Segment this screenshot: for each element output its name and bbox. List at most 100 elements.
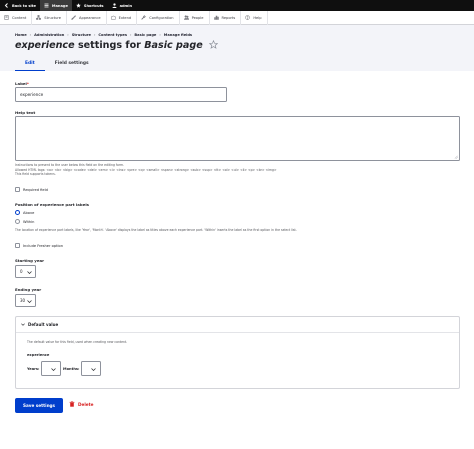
page-title-field: experience bbox=[15, 40, 75, 51]
save-settings-button[interactable]: Save settings bbox=[15, 398, 63, 413]
breadcrumb-separator: › bbox=[29, 33, 32, 37]
fresher-checkbox-label: Include Fresher option bbox=[23, 243, 63, 248]
position-label: Position of experience part labels bbox=[15, 202, 89, 207]
breadcrumb-separator: › bbox=[93, 33, 96, 37]
ending-year-label: Ending year bbox=[15, 287, 42, 292]
required-mark: * bbox=[26, 81, 29, 86]
tab-field-settings[interactable]: Field settings bbox=[45, 56, 99, 71]
default-value-description: The default value for this field, used w… bbox=[27, 340, 128, 344]
label-input-value: experience bbox=[20, 92, 44, 97]
back-to-site-link[interactable]: Back to site bbox=[0, 0, 40, 11]
breadcrumb-separator: › bbox=[67, 33, 69, 37]
menu-item-structure[interactable]: Structure bbox=[32, 10, 68, 25]
position-description: The location of experience part labels, … bbox=[15, 228, 297, 232]
position-within-radio[interactable] bbox=[15, 219, 20, 224]
trash-icon bbox=[69, 401, 75, 407]
label-field-label: Label* bbox=[15, 81, 29, 86]
puzzle-icon bbox=[110, 15, 116, 20]
back-arrow-icon bbox=[4, 3, 9, 8]
chart-icon bbox=[213, 15, 219, 20]
menu-item-label: Extend bbox=[118, 15, 132, 20]
months-label: Months: bbox=[63, 367, 80, 371]
user-icon bbox=[111, 3, 117, 8]
menu-item-people[interactable]: People bbox=[180, 10, 210, 25]
breadcrumb-separator: › bbox=[129, 33, 132, 37]
position-above-radio[interactable] bbox=[15, 210, 20, 215]
default-years-select[interactable] bbox=[41, 361, 61, 376]
help-icon bbox=[245, 15, 251, 20]
shortcuts-label: Shortcuts bbox=[83, 3, 104, 8]
resize-handle-icon[interactable] bbox=[454, 155, 458, 159]
menu-item-reports[interactable]: Reports bbox=[210, 10, 242, 25]
chevron-down-icon bbox=[27, 300, 32, 303]
breadcrumb-link-manage-fields[interactable]: Manage fields bbox=[164, 33, 192, 37]
admin-toolbar: Back to site Manage Shortcuts admin bbox=[0, 0, 474, 11]
wrench-icon bbox=[141, 15, 146, 20]
starting-year-label: Starting year bbox=[15, 258, 45, 263]
breadcrumb: Home › Administration › Structure › Content… bbox=[15, 33, 192, 37]
menu-item-help[interactable]: Help bbox=[241, 10, 268, 25]
menu-item-label: Reports bbox=[221, 15, 236, 20]
default-value-summary[interactable]: Default value bbox=[16, 317, 459, 333]
star-icon bbox=[76, 3, 81, 8]
fresher-checkbox[interactable] bbox=[15, 243, 20, 248]
page-title-middle: settings for bbox=[74, 40, 145, 51]
chevron-down-icon bbox=[51, 368, 56, 371]
admin-menu-tray: Content Structure Appearance Extend Conf… bbox=[0, 10, 474, 25]
help-text-textarea[interactable] bbox=[15, 116, 460, 161]
default-months-select[interactable] bbox=[81, 361, 101, 376]
manage-label: Manage bbox=[51, 3, 68, 8]
menu-item-configuration[interactable]: Configuration bbox=[137, 10, 180, 25]
user-tab[interactable]: admin bbox=[108, 0, 137, 11]
required-checkbox-label: Required field bbox=[23, 187, 48, 192]
menu-item-content[interactable]: Content bbox=[0, 10, 33, 25]
menu-item-extend[interactable]: Extend bbox=[107, 10, 138, 25]
menu-item-label: Structure bbox=[44, 15, 62, 20]
menu-item-label: Help bbox=[253, 15, 262, 20]
breadcrumb-link-basic-page[interactable]: Basic page bbox=[134, 33, 156, 37]
menu-item-label: Content bbox=[12, 15, 27, 20]
breadcrumb-link-administration[interactable]: Administration bbox=[34, 33, 64, 37]
ending-year-value: 30 bbox=[20, 298, 26, 303]
help-desc-line: This field supports tokens. bbox=[15, 172, 56, 177]
brush-icon bbox=[71, 15, 77, 20]
back-to-site-label: Back to site bbox=[12, 3, 36, 8]
delete-label: Delete bbox=[78, 401, 94, 407]
delete-link[interactable]: Delete bbox=[69, 401, 93, 407]
user-label: admin bbox=[119, 3, 133, 8]
required-checkbox[interactable] bbox=[15, 187, 20, 192]
breadcrumb-link-content-types[interactable]: Content types bbox=[98, 33, 127, 37]
help-text-description: Instructions to present to the user belo… bbox=[15, 163, 460, 177]
local-tabs: Edit Field settings bbox=[15, 56, 99, 71]
chevron-down-icon bbox=[27, 271, 32, 274]
page-title-type: Basic page bbox=[144, 40, 203, 51]
ending-year-select[interactable]: 30 bbox=[15, 294, 36, 307]
years-label: Years: bbox=[27, 367, 40, 371]
structure-icon bbox=[36, 15, 42, 20]
shortcut-star-icon[interactable] bbox=[209, 40, 219, 49]
menu-item-appearance[interactable]: Appearance bbox=[67, 10, 107, 25]
menu-icon bbox=[44, 3, 49, 8]
menu-item-label: People bbox=[191, 15, 204, 20]
starting-year-value: 0 bbox=[20, 269, 23, 274]
breadcrumb-separator: › bbox=[159, 33, 161, 37]
breadcrumb-link-home[interactable]: Home bbox=[15, 33, 27, 37]
page-title: experience settings for Basic page bbox=[15, 40, 219, 51]
chevron-down-icon bbox=[91, 368, 96, 371]
content-icon bbox=[4, 15, 9, 20]
tab-edit[interactable]: Edit bbox=[15, 56, 45, 71]
position-within-label: Within bbox=[23, 219, 35, 224]
default-experience-label: experience bbox=[27, 353, 50, 357]
starting-year-select[interactable]: 0 bbox=[15, 265, 36, 278]
label-input[interactable]: experience bbox=[15, 87, 227, 102]
default-value-summary-label: Default value bbox=[28, 322, 59, 327]
label-text: Label bbox=[15, 81, 27, 86]
breadcrumb-link-structure[interactable]: Structure bbox=[72, 33, 91, 37]
menu-item-label: Appearance bbox=[79, 15, 101, 20]
chevron-down-icon bbox=[21, 323, 25, 326]
people-icon bbox=[183, 15, 189, 20]
shortcuts-tab[interactable]: Shortcuts bbox=[72, 0, 108, 11]
manage-tab[interactable]: Manage bbox=[39, 0, 72, 11]
default-value-details: Default value The default value for this… bbox=[15, 316, 460, 389]
position-above-label: Above bbox=[23, 210, 35, 215]
